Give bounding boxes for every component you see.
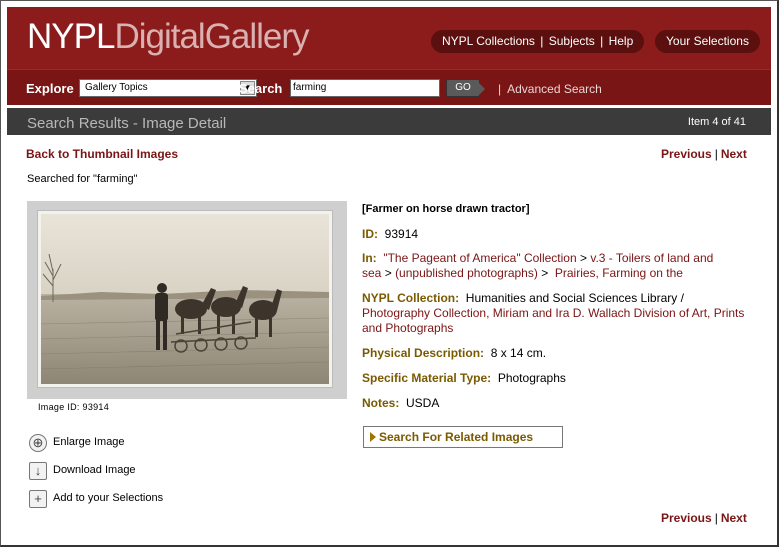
record-title: [Farmer on horse drawn tractor]: [362, 203, 530, 215]
in-row: In: "The Pageant of America" Collection …: [362, 251, 714, 280]
site-header: NYPLDigitalGallery NYPL Collections | Su…: [7, 7, 771, 69]
pager-top: Previous | Next: [661, 147, 747, 161]
previous-link[interactable]: Previous: [661, 147, 712, 161]
prairies-link[interactable]: Prairies, Farming on the: [555, 266, 683, 280]
explore-select[interactable]: Gallery Topics ▼: [79, 79, 257, 97]
zoom-plus-icon: ⊕: [29, 434, 47, 452]
previous-link-bottom[interactable]: Previous: [661, 511, 712, 525]
back-to-thumbnails-link[interactable]: Back to Thumbnail Images: [26, 147, 178, 161]
advanced-search-link[interactable]: | Advanced Search: [498, 82, 602, 96]
your-selections-button[interactable]: Your Selections: [655, 30, 760, 53]
search-related-images-button[interactable]: Search For Related Images: [363, 426, 563, 448]
top-nav: NYPL Collections | Subjects | Help: [431, 30, 645, 53]
search-bar: Explore Gallery Topics ▼ Search farming …: [7, 69, 771, 105]
search-label: Search: [239, 81, 283, 96]
physical-description-row: Physical Description: 8 x 14 cm.: [362, 346, 547, 360]
notes-row: Notes: USDA: [362, 396, 440, 410]
searched-for-text: Searched for "farming": [27, 173, 138, 185]
photography-collection-link[interactable]: Photography Collection, Miriam and Ira D…: [362, 306, 744, 335]
nypl-collection-row: NYPL Collection: Humanities and Social S…: [362, 291, 745, 335]
next-link-bottom[interactable]: Next: [721, 511, 747, 525]
material-type-row: Specific Material Type: Photographs: [362, 371, 566, 385]
item-counter: Item 4 of 41: [687, 116, 746, 128]
collection-link-pageant[interactable]: "The Pageant of America" Collection: [383, 251, 576, 265]
pager-bottom: Previous | Next: [661, 511, 747, 525]
page-title: Search Results - Image Detail: [27, 115, 227, 132]
unpublished-link[interactable]: (unpublished photographs): [395, 266, 538, 280]
photo-farmer-tractor[interactable]: [37, 210, 333, 388]
nav-link-help[interactable]: Help: [609, 34, 634, 48]
site-logo[interactable]: NYPLDigitalGallery: [27, 17, 310, 57]
plus-icon: +: [29, 490, 47, 508]
next-link[interactable]: Next: [721, 147, 747, 161]
download-arrow-icon: ↓: [29, 462, 47, 480]
explore-select-value: Gallery Topics: [85, 82, 148, 93]
nav-link-subjects[interactable]: Subjects: [549, 34, 595, 48]
title-bar: Search Results - Image Detail Item 4 of …: [7, 108, 771, 135]
id-row: ID: 93914: [362, 227, 419, 241]
explore-label: Explore: [26, 81, 74, 96]
nav-link-collections[interactable]: NYPL Collections: [442, 34, 535, 48]
go-button[interactable]: GO: [446, 79, 485, 97]
search-input[interactable]: farming: [290, 79, 440, 97]
image-frame: [27, 201, 347, 399]
image-id-caption: Image ID: 93914: [38, 402, 110, 412]
